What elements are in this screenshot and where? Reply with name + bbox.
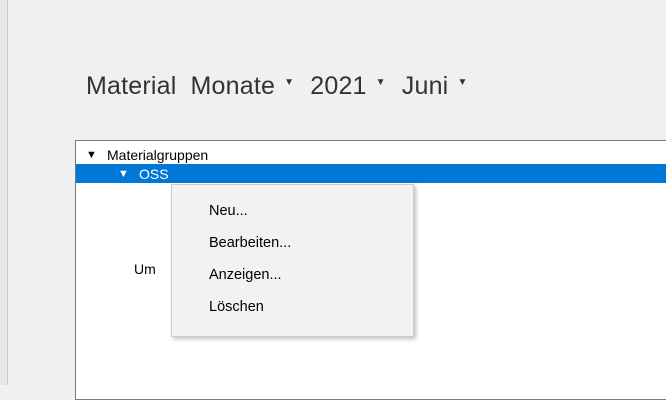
window-left-edge: [0, 0, 8, 385]
tree-node-label: Um: [134, 260, 156, 277]
chevron-down-icon[interactable]: ▼: [376, 77, 386, 88]
chevron-down-icon[interactable]: ▼: [457, 77, 467, 88]
menu-item-loeschen[interactable]: Löschen: [172, 291, 413, 323]
tree-node-materialgruppen[interactable]: ▼ Materialgruppen: [76, 145, 666, 164]
breadcrumb-root: Material: [86, 72, 177, 101]
breadcrumb-item-label: Monate: [190, 71, 276, 100]
breadcrumb-root-label: Material: [86, 71, 177, 100]
breadcrumb-item-label: 2021: [310, 71, 367, 100]
context-menu: Neu... Bearbeiten... Anzeigen... Löschen: [171, 184, 414, 337]
breadcrumb-item-month[interactable]: Juni ▼: [402, 72, 468, 101]
menu-item-anzeigen[interactable]: Anzeigen...: [172, 259, 413, 291]
menu-item-neu[interactable]: Neu...: [172, 195, 413, 227]
expand-triangle-icon[interactable]: ▼: [118, 168, 130, 180]
tree-node-label: OSS: [139, 165, 169, 182]
breadcrumb: Material Monate ▼ 2021 ▼ Juni ▼: [86, 66, 468, 106]
expand-triangle-icon[interactable]: ▼: [86, 149, 98, 161]
tree-node-label: Materialgruppen: [107, 146, 209, 163]
breadcrumb-item-monate[interactable]: Monate ▼: [191, 72, 311, 101]
chevron-down-icon[interactable]: ▼: [284, 77, 294, 88]
breadcrumb-item-label: Juni: [401, 71, 449, 100]
menu-item-bearbeiten[interactable]: Bearbeiten...: [172, 227, 413, 259]
tree-node-oss[interactable]: ▼ OSS: [76, 164, 666, 183]
breadcrumb-item-year[interactable]: 2021 ▼: [310, 72, 402, 101]
